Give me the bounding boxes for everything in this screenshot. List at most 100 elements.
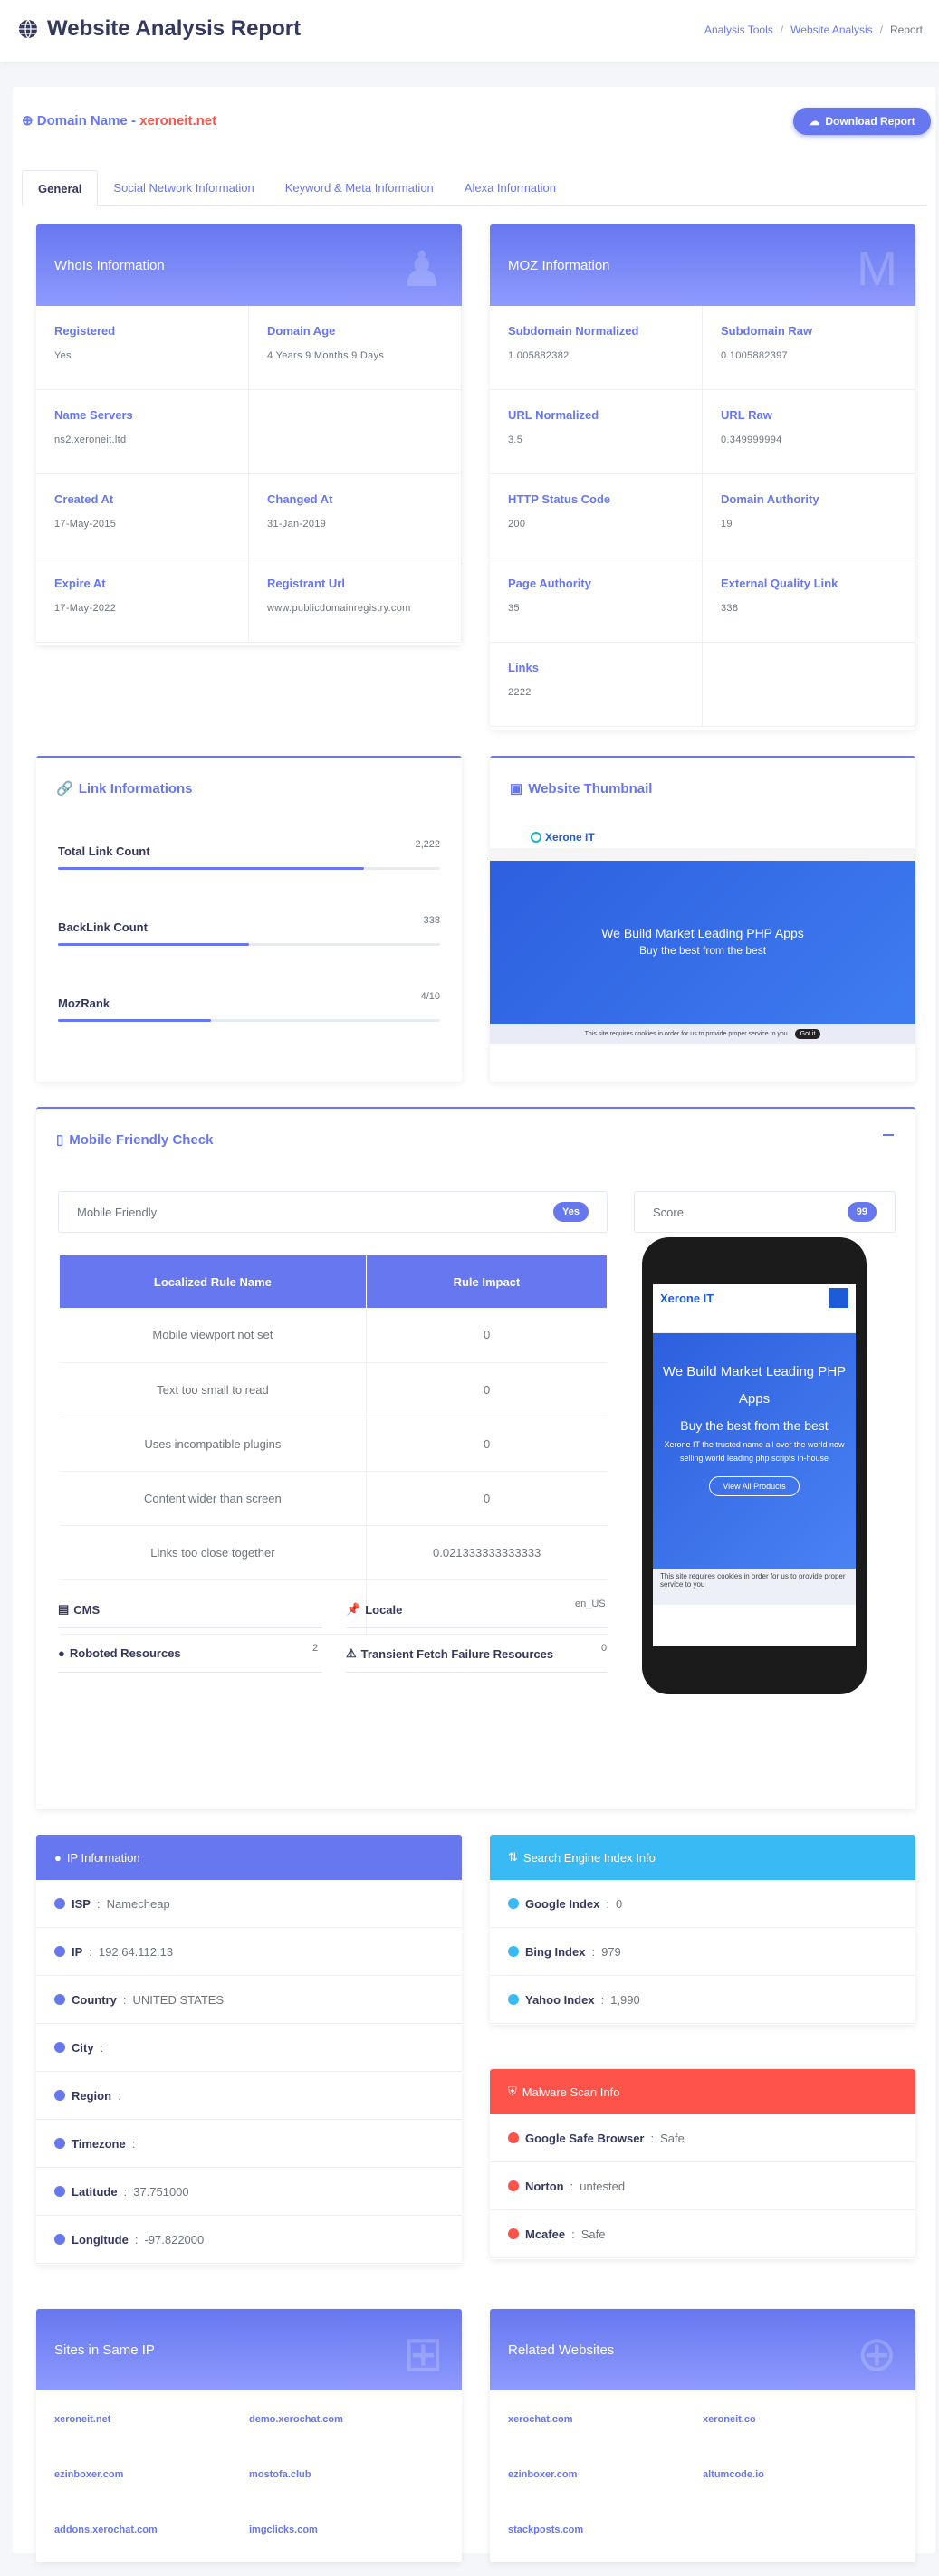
ip-row-value: 192.64.112.13 xyxy=(98,1944,174,1959)
same_ip-link[interactable]: xeroneit.net xyxy=(54,2401,249,2457)
table-row: Uses incompatible plugins 0 xyxy=(60,1417,608,1472)
roboted-text: Roboted Resources xyxy=(69,1646,181,1660)
same_ip-link[interactable]: addons.xerochat.com xyxy=(54,2512,249,2567)
malware-rows: Google Safe Browser : Safe Norton : untes… xyxy=(490,2114,915,2258)
rule-impact: 0.021333333333333 xyxy=(366,1525,608,1580)
col-rule-name: Localized Rule Name xyxy=(60,1255,367,1308)
phone-desc: Xerone IT the trusted name all over the … xyxy=(664,1440,845,1463)
moz-item-value: 2222 xyxy=(508,687,532,698)
link-info-value: 4/10 xyxy=(420,991,440,1002)
ip-row-label: Region xyxy=(72,2088,112,2103)
collapse-button[interactable] xyxy=(883,1134,894,1136)
phone-headline: We Build Market Leading PHP Apps xyxy=(662,1364,847,1407)
moz-item: Page Authority 35 xyxy=(490,558,703,643)
moz-item-label: Links xyxy=(508,661,539,674)
tab-alexa[interactable]: Alexa Information xyxy=(449,170,571,206)
whois-item-value: Yes xyxy=(54,350,72,361)
related-link[interactable]: altumcode.io xyxy=(703,2457,897,2512)
moz-grid: Subdomain Normalized 1.005882382 Subdomain… xyxy=(490,306,915,727)
link-info-card: 🔗 Link Informations Total Link Count 2,222… xyxy=(36,756,462,1082)
rule-name: Mobile viewport not set xyxy=(60,1308,367,1363)
breadcrumb-analysis-tools[interactable]: Analysis Tools xyxy=(704,24,773,36)
moz-item-value: 35 xyxy=(508,603,520,614)
link-info-header: 🔗 Link Informations xyxy=(36,758,462,819)
ip-row-label: Country xyxy=(72,1992,117,2007)
table-row: Links too close together 0.02133333333333… xyxy=(60,1525,608,1580)
same_ip-link[interactable]: mostofa.club xyxy=(249,2457,444,2512)
progress-track xyxy=(58,943,440,946)
ip-row: Country : UNITED STATES xyxy=(36,1976,462,2024)
ip-row: Region : xyxy=(36,2072,462,2120)
breadcrumb: Analysis Tools / Website Analysis / Report xyxy=(704,24,923,36)
link-info-label: MozRank xyxy=(58,997,110,1010)
search-row: Yahoo Index : 1,990 xyxy=(490,1976,915,2024)
related-link[interactable]: stackposts.com xyxy=(508,2512,703,2567)
moz-card: MOZ Information M Subdomain Normalized 1.0… xyxy=(490,224,915,730)
info-icon xyxy=(54,1898,65,1909)
mcafee-icon xyxy=(508,2228,519,2239)
moz-item: HTTP Status Code 200 xyxy=(490,474,703,558)
mobile-friendly-title: Mobile Friendly Check xyxy=(69,1131,214,1148)
yahoo-icon xyxy=(508,1994,519,2005)
mobile-friendly-card: ▯ Mobile Friendly Check Mobile Friendly Ye… xyxy=(36,1107,915,1809)
domain-name: ⊕ Domain Name - xeroneit.net xyxy=(22,112,216,129)
progress-fill xyxy=(58,943,249,946)
same_ip-link[interactable]: ezinboxer.com xyxy=(54,2457,249,2512)
rule-impact: 0 xyxy=(366,1471,608,1526)
search-row-value: 979 xyxy=(601,1944,621,1959)
whois-item-label: Registered xyxy=(54,324,116,338)
moz-item-label: Subdomain Raw xyxy=(721,324,813,338)
related-link[interactable]: xeroneit.co xyxy=(703,2401,897,2457)
whois-item: Name Servers ns2.xeroneit.ltd xyxy=(36,390,249,474)
cms-label: ▤ CMS xyxy=(58,1602,100,1617)
download-report-button[interactable]: ☁ Download Report xyxy=(793,108,931,135)
rule-name xyxy=(60,1579,367,1635)
tab-bar: General Social Network Information Keywo… xyxy=(22,170,926,206)
user-icon: ♟ xyxy=(399,243,444,297)
moz-item-value: 0.1005882397 xyxy=(721,350,788,361)
divider xyxy=(346,1672,608,1673)
search-engine-rows: Google Index : 0 Bing Index : 979 Yahoo In… xyxy=(490,1880,915,2024)
warning-icon: ⚠ xyxy=(346,1646,357,1660)
related-title: Related Websites xyxy=(508,2342,615,2358)
whois-item-value: ns2.xeroneit.ltd xyxy=(54,434,127,445)
mobile-friendly-pill: Mobile Friendly Yes xyxy=(58,1191,608,1233)
moz-item: URL Normalized 3.5 xyxy=(490,390,703,474)
globe-icon: ⊕ xyxy=(856,2327,897,2381)
link-icon: 🔗 xyxy=(56,781,73,797)
rule-impact: 0 xyxy=(366,1417,608,1472)
link-info-title: Link Informations xyxy=(78,780,193,797)
ip-row-value: Namecheap xyxy=(106,1896,170,1911)
locale-label: 📌 Locale xyxy=(346,1602,402,1617)
related-link[interactable]: xerochat.com xyxy=(508,2401,703,2457)
malware-title: Malware Scan Info xyxy=(522,2085,620,2099)
progress-track xyxy=(58,1019,440,1022)
same_ip-link[interactable]: imgclicks.com xyxy=(249,2512,444,2567)
moz-item-value: 3.5 xyxy=(508,434,523,445)
info-icon xyxy=(54,2138,65,2149)
whois-item-label: Created At xyxy=(54,492,114,506)
tab-keyword-meta[interactable]: Keyword & Meta Information xyxy=(270,170,449,206)
ip-row-label: City xyxy=(72,2040,94,2055)
search-row-label: Yahoo Index xyxy=(525,1992,595,2007)
globe-icon: ⊕ xyxy=(22,113,37,129)
divider xyxy=(346,1627,608,1628)
moz-item-label: URL Normalized xyxy=(508,408,599,422)
shield-icon xyxy=(508,2180,519,2191)
shield-icon: ⛨ xyxy=(508,2085,517,2098)
same_ip-link[interactable]: demo.xerochat.com xyxy=(249,2401,444,2457)
malware-row-label: Norton xyxy=(525,2179,564,2193)
transient-label: ⚠ Transient Fetch Failure Resources xyxy=(346,1646,553,1661)
related-header: Related Websites ⊕ xyxy=(490,2309,915,2390)
info-icon xyxy=(54,2042,65,2053)
thumb-brand: Xerone IT xyxy=(545,831,595,844)
locale-value: en_US xyxy=(575,1598,606,1609)
whois-header: WhoIs Information ♟ xyxy=(36,224,462,306)
whois-item: Registrant Url www.publicdomainregistry.c… xyxy=(249,558,462,643)
tab-general[interactable]: General xyxy=(22,170,99,206)
breadcrumb-website-analysis[interactable]: Website Analysis xyxy=(790,24,873,36)
tab-social-network[interactable]: Social Network Information xyxy=(98,170,269,206)
table-row: Mobile viewport not set 0 xyxy=(60,1308,608,1363)
whois-item-value: 31-Jan-2019 xyxy=(267,519,327,530)
related-link[interactable]: ezinboxer.com xyxy=(508,2457,703,2512)
